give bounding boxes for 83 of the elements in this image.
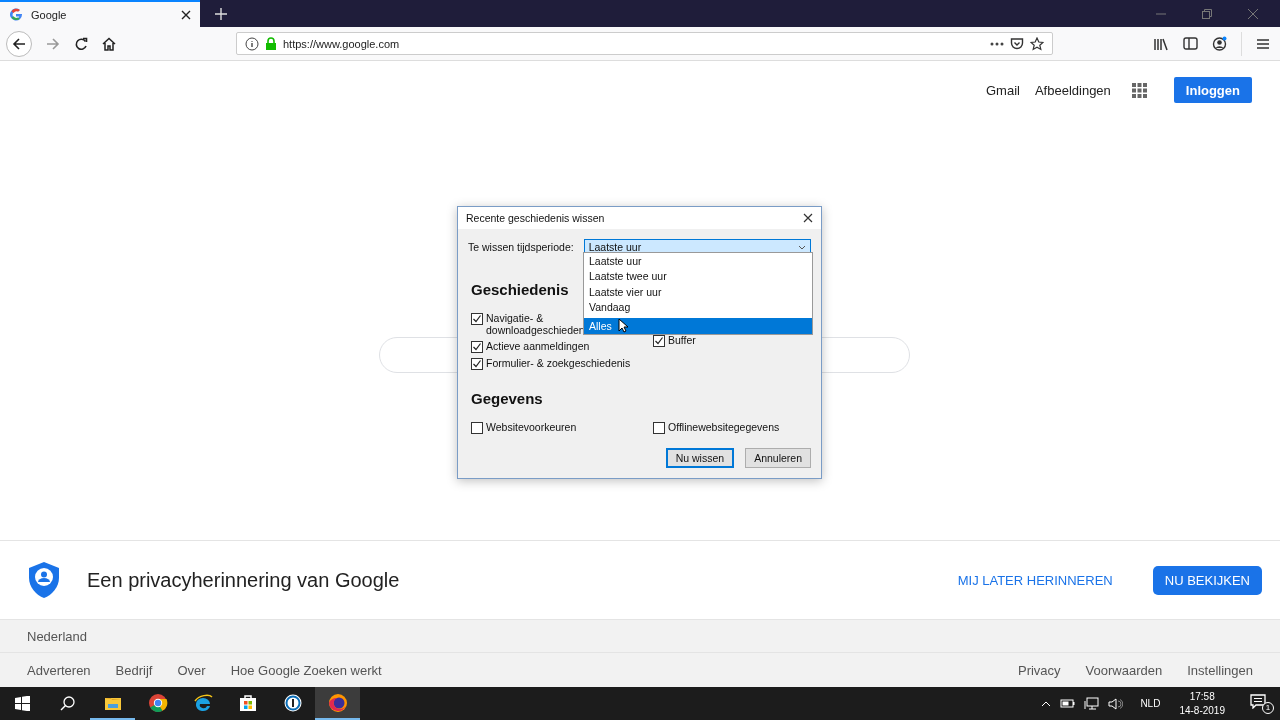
- new-tab-icon[interactable]: [215, 7, 227, 20]
- checkbox[interactable]: [653, 422, 665, 434]
- footer-link[interactable]: Instellingen: [1187, 662, 1253, 678]
- battery-icon[interactable]: [1060, 697, 1076, 710]
- checkbox[interactable]: [471, 313, 483, 325]
- banner-title: Een privacyherinnering van Google: [87, 568, 401, 592]
- header-link[interactable]: Gmail: [985, 82, 1020, 98]
- view-now-button[interactable]: NU BEKIJKEN: [1152, 565, 1262, 595]
- notification-icon[interactable]: [1250, 693, 1266, 709]
- checkbox[interactable]: [471, 422, 483, 434]
- more-icon[interactable]: [990, 40, 1004, 47]
- section-heading: Gegevens: [471, 390, 543, 407]
- tab-title: Google: [31, 8, 68, 21]
- footer-link[interactable]: Bedrijf: [115, 662, 153, 678]
- checkbox[interactable]: [471, 358, 483, 370]
- pocket-icon[interactable]: [1010, 36, 1024, 51]
- windows-start-icon[interactable]: [15, 696, 30, 711]
- google-logo-icon: [10, 8, 23, 21]
- padlock-icon[interactable]: [265, 36, 277, 51]
- apps-grid-icon[interactable]: [1131, 82, 1147, 98]
- remind-later-link[interactable]: MIJ LATER HERINNEREN: [957, 572, 1113, 588]
- edge-icon[interactable]: [192, 692, 213, 713]
- keyhole-icon[interactable]: [282, 692, 303, 713]
- checkbox-label: Actieve aanmeldingen: [486, 340, 590, 352]
- sign-in-button[interactable]: Inloggen: [1173, 77, 1252, 103]
- dropdown-value: Laatste uur: [588, 241, 642, 253]
- dropdown-option[interactable]: Laatste vier uur: [584, 284, 812, 300]
- forward-icon[interactable]: [46, 36, 60, 51]
- shield-icon: [27, 561, 61, 599]
- checkbox-label: Formulier- & zoekgeschiedenis: [486, 357, 631, 369]
- checkmark-icon: [654, 336, 664, 346]
- checkbox[interactable]: [471, 341, 483, 353]
- dropdown-option[interactable]: Alles: [584, 318, 812, 334]
- checkbox-label: Navigatie- & downloadgeschieden: [486, 312, 581, 336]
- footer-link[interactable]: Voorwaarden: [1085, 662, 1163, 678]
- chevron-up-icon[interactable]: [1041, 699, 1052, 708]
- close-icon[interactable]: [803, 213, 813, 223]
- menu-icon[interactable]: [1256, 36, 1270, 51]
- clock[interactable]: 17:58 14-8-2019: [1179, 689, 1225, 718]
- field-label: Te wissen tijdsperiode:: [468, 241, 574, 253]
- dropdown-option[interactable]: Vandaag: [584, 299, 812, 315]
- speaker-icon[interactable]: [1108, 696, 1124, 711]
- checkmark-icon: [472, 314, 482, 324]
- back-arrow-icon: [12, 36, 26, 51]
- url-text: https://www.google.com: [283, 37, 401, 50]
- dialog-title: Recente geschiedenis wissen: [466, 212, 605, 224]
- clock-date: 14-8-2019: [1179, 703, 1225, 718]
- star-icon[interactable]: [1030, 36, 1044, 51]
- checkbox[interactable]: [653, 335, 665, 347]
- address-bar[interactable]: https://www.google.com: [236, 32, 1053, 55]
- clock-time: 17:58: [1189, 689, 1215, 704]
- checkbox-label: Offlinewebsitegegevens: [668, 421, 780, 433]
- back-button[interactable]: [6, 30, 32, 57]
- chrome-icon[interactable]: [147, 692, 168, 713]
- header-link[interactable]: Afbeeldingen: [1034, 82, 1111, 98]
- checkbox-label: Websitevoorkeuren: [486, 421, 577, 433]
- restore-icon[interactable]: [1202, 8, 1212, 19]
- footer-link[interactable]: Over: [177, 662, 206, 678]
- dropdown-option[interactable]: Laatste uur: [584, 253, 812, 269]
- home-icon[interactable]: [102, 36, 116, 51]
- section-heading: Geschiedenis: [471, 281, 569, 298]
- store-bag-icon[interactable]: [237, 692, 258, 713]
- footer-link[interactable]: Hoe Google Zoeken werkt: [230, 662, 382, 678]
- country-label: Nederland: [0, 619, 1280, 653]
- notification-count: 1: [1262, 701, 1274, 714]
- browser-tab[interactable]: Google: [0, 0, 200, 27]
- search-icon[interactable]: [60, 696, 75, 711]
- network-icon[interactable]: [1084, 697, 1100, 710]
- library-icon[interactable]: [1153, 36, 1169, 51]
- checkbox-label: Buffer: [668, 334, 696, 346]
- clear-button[interactable]: Nu wissen: [665, 448, 735, 468]
- sidebar-icon[interactable]: [1183, 36, 1198, 51]
- close-icon[interactable]: [180, 8, 192, 21]
- firefox-icon[interactable]: [327, 692, 348, 713]
- dropdown-option[interactable]: Laatste twee uur: [584, 268, 812, 284]
- cancel-button[interactable]: Annuleren: [745, 448, 811, 468]
- reload-icon[interactable]: [74, 36, 88, 51]
- info-icon[interactable]: [245, 36, 259, 51]
- language-indicator[interactable]: NLD: [1140, 698, 1161, 709]
- footer-link[interactable]: Privacy: [1017, 662, 1061, 678]
- footer-link[interactable]: Adverteren: [27, 662, 91, 678]
- account-icon[interactable]: [1212, 36, 1227, 51]
- chevron-down-icon: [798, 244, 806, 250]
